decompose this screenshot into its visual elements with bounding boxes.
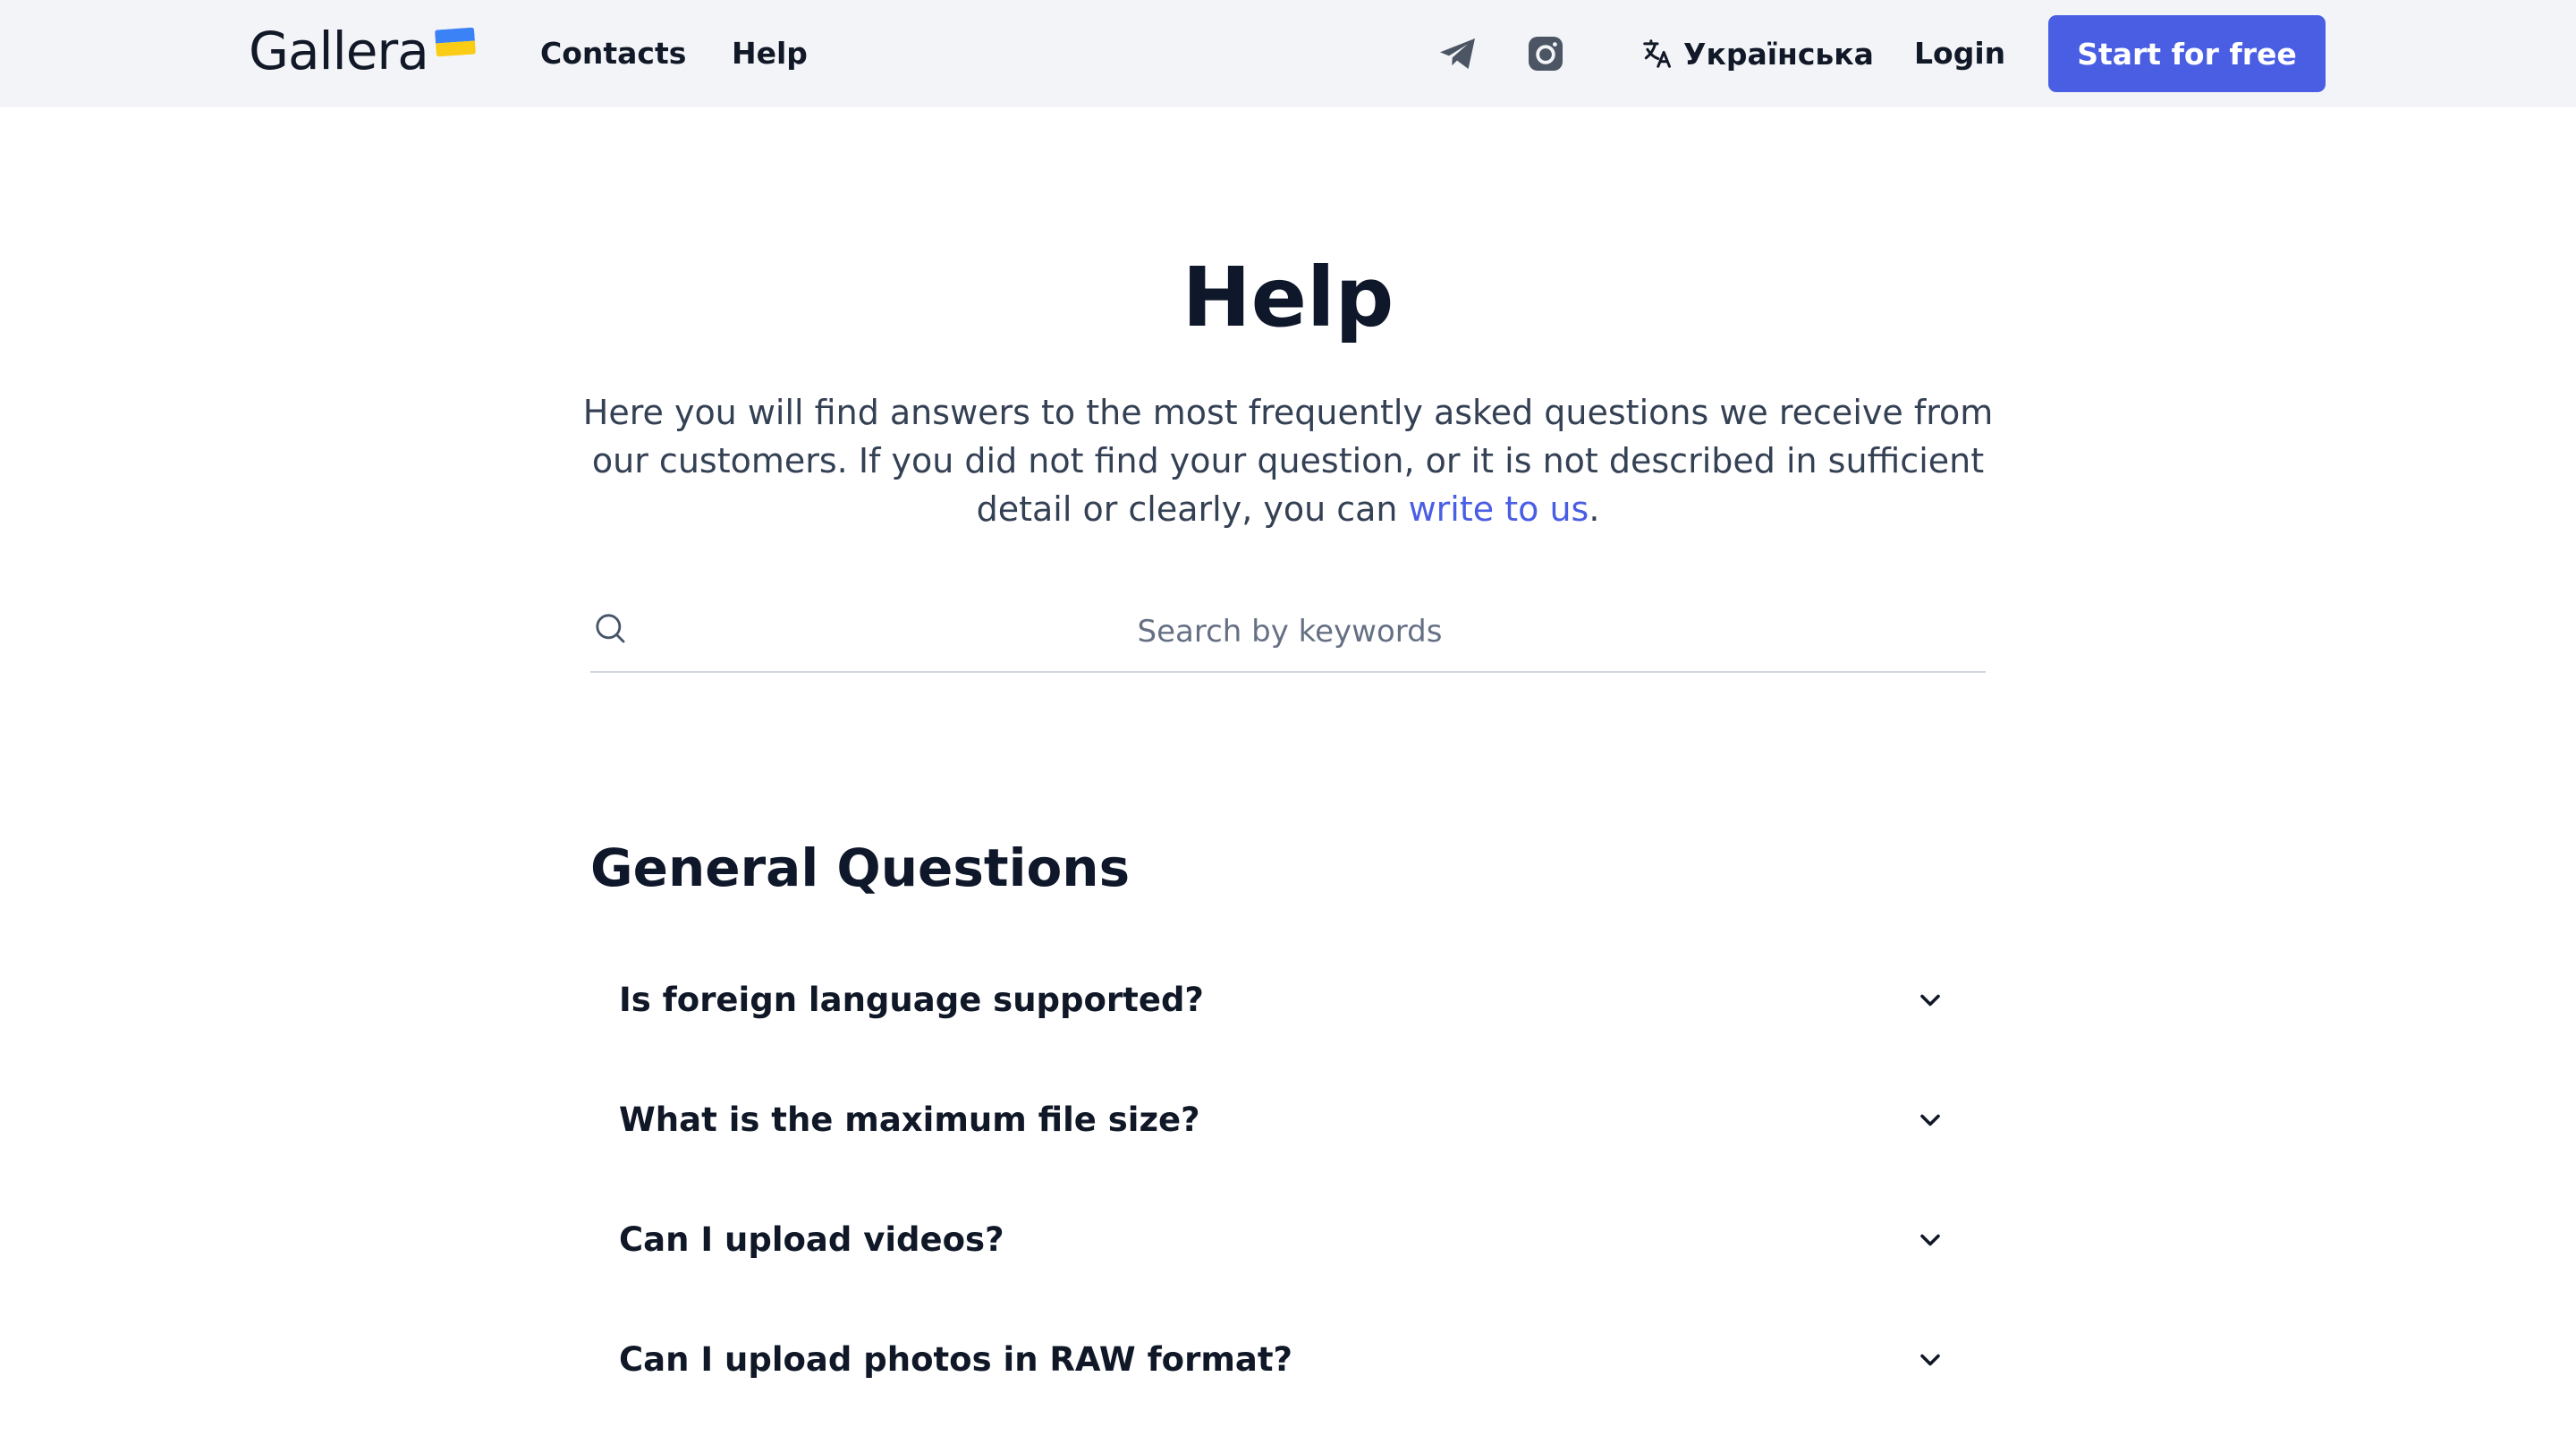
telegram-icon[interactable] [1436, 32, 1479, 75]
chevron-down-icon[interactable] [1914, 1224, 1946, 1256]
search-bar [590, 591, 1986, 673]
language-label: Українська [1683, 36, 1874, 72]
start-for-free-button[interactable]: Start for free [2048, 15, 2326, 92]
write-to-us-link[interactable]: write to us [1409, 489, 1589, 529]
page-title: Help [1182, 250, 1394, 345]
language-switcher[interactable]: Українська [1640, 32, 1874, 75]
logo-text: Gallera [249, 21, 429, 81]
top-navigation-bar: Gallera Contacts Help Українська Login S… [0, 0, 2576, 107]
faq-question: Is foreign language supported? [619, 981, 1204, 1019]
nav-help-link[interactable]: Help [732, 32, 808, 75]
faq-item[interactable]: Can I upload videos? [590, 1195, 1986, 1285]
chevron-down-icon[interactable] [1914, 1104, 1946, 1136]
faq-question: Can I upload photos in RAW format? [619, 1340, 1293, 1379]
intro-body: Here you will find answers to the most f… [582, 393, 1994, 529]
intro-text: Here you will find answers to the most f… [572, 388, 2004, 533]
faq-question: Can I upload videos? [619, 1220, 1004, 1259]
chevron-down-icon[interactable] [1914, 984, 1946, 1016]
intro-period: . [1589, 489, 1600, 529]
instagram-icon[interactable] [1524, 32, 1567, 75]
nav-contacts-link[interactable]: Contacts [540, 32, 686, 75]
search-icon [592, 610, 628, 646]
ukraine-flag-icon [434, 27, 476, 57]
faq-item[interactable]: What is the maximum file size? [590, 1075, 1986, 1165]
faq-question: What is the maximum file size? [619, 1100, 1200, 1139]
search-input[interactable] [644, 596, 1936, 667]
translate-icon [1640, 37, 1674, 71]
gallera-logo[interactable]: Gallera [249, 21, 476, 81]
section-title-general-questions: General Questions [590, 837, 1131, 898]
login-link[interactable]: Login [1914, 32, 2005, 75]
faq-item[interactable]: Can I upload photos in RAW format? [590, 1315, 1986, 1405]
chevron-down-icon[interactable] [1914, 1344, 1946, 1376]
faq-item[interactable]: Is foreign language supported? [590, 956, 1986, 1045]
